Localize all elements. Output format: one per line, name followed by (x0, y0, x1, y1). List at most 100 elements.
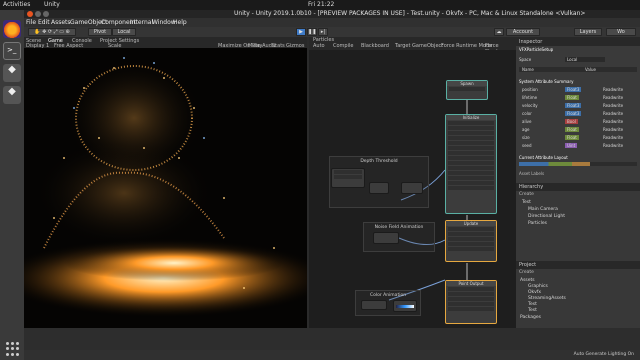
step-button[interactable]: ▸| (318, 28, 328, 36)
attribute-mode: Readwrite (603, 95, 624, 100)
main-toolbar: ✋ ✥ ⟳ ⤢ ▭ ⊕ Pivot Local ▶ ❚❚ ▸| ☁ Accoun… (24, 27, 640, 37)
node-title: Point Output (446, 281, 496, 286)
node-branch[interactable] (401, 182, 423, 194)
play-button[interactable]: ▶ (296, 28, 306, 36)
layers-dropdown[interactable]: Layers (574, 28, 602, 36)
attribute-mode: Readwrite (603, 87, 624, 92)
unity-hub-icon[interactable]: ◆ (3, 86, 21, 104)
tab-project[interactable]: Project (516, 261, 640, 269)
vfx-compile-button[interactable]: Compile (333, 43, 353, 49)
attribute-name: color (522, 111, 532, 116)
tab-inspector[interactable]: Inspector (516, 37, 640, 46)
node-compare[interactable] (369, 182, 389, 194)
collab-icon[interactable]: ☁ (494, 28, 504, 36)
group-title: Depth Threshold (360, 159, 398, 164)
folder-packages[interactable]: Packages (520, 315, 541, 320)
node-depth-sample[interactable] (331, 168, 365, 188)
attribute-row: lifetime Float Readwrite (519, 95, 637, 100)
menu-assets[interactable]: Assets (51, 19, 71, 26)
attribute-type: Float (565, 135, 579, 140)
desktop: Activities Unity Fri 21:22 >_ ◆ ◆ Unity … (0, 0, 640, 360)
folder-graphics[interactable]: Graphics (528, 284, 548, 289)
attribute-row: position Float3 Readwrite (519, 87, 637, 92)
vfx-target-gameobject[interactable]: Target GameObject (395, 43, 443, 49)
section-summary: System Attribute Summary (519, 79, 574, 84)
attribute-name: velocity (522, 103, 538, 108)
attribute-layout-bar (519, 162, 637, 166)
close-icon[interactable] (27, 11, 33, 17)
inspector-panel: Inspector VFXParticleSetup Space Local Na… (516, 37, 640, 183)
apps-grid-icon[interactable] (4, 342, 20, 356)
unity-icon[interactable]: ◆ (3, 64, 21, 82)
asset-name: VFXParticleSetup (519, 47, 554, 52)
node-time[interactable] (361, 300, 387, 310)
hierarchy-panel: Hierarchy Create Test Main Camera Direct… (516, 183, 640, 261)
attribute-row: seed Uint Readwrite (519, 143, 637, 148)
node-noise[interactable] (373, 232, 399, 244)
game-view[interactable] (24, 48, 307, 328)
menu-edit[interactable]: Edit (38, 19, 50, 26)
attribute-name: alive (522, 119, 532, 124)
attribute-type: Float3 (565, 111, 582, 116)
menu-internal[interactable]: Internal (130, 19, 153, 26)
folder-okvfx[interactable]: Okvfx (528, 290, 541, 295)
attribute-type: Float (565, 127, 579, 132)
attribute-name: position (522, 87, 538, 92)
node-point-output[interactable]: Point Output (445, 280, 497, 324)
status-bar: Auto Generate Lighting On (24, 350, 640, 360)
pause-button[interactable]: ❚❚ (307, 28, 317, 36)
attribute-type: Bool (565, 119, 578, 124)
firefox-icon[interactable] (3, 20, 21, 38)
local-toggle[interactable]: Local (112, 28, 136, 36)
section-layout: Current Attribute Layout (519, 155, 568, 160)
layout-dropdown[interactable]: Wo (606, 28, 636, 36)
group-title: Noise Field Animation (374, 225, 424, 230)
vfx-auto-toggle[interactable]: Auto (313, 43, 325, 49)
hierarchy-item-camera[interactable]: Main Camera (528, 207, 558, 212)
terminal-icon[interactable]: >_ (3, 42, 21, 60)
hierarchy-item-test[interactable]: Test (522, 200, 531, 205)
attribute-mode: Readwrite (603, 127, 624, 132)
particle-render (24, 57, 307, 318)
attribute-mode: Readwrite (603, 143, 624, 148)
minimize-icon[interactable] (35, 11, 41, 17)
attribute-mode: Readwrite (603, 119, 624, 124)
attribute-name: age (522, 127, 530, 132)
folder-test[interactable]: Test (528, 302, 537, 307)
tab-hierarchy[interactable]: Hierarchy (516, 183, 640, 191)
bottom-strip (24, 328, 640, 350)
folder-test-2[interactable]: Test (528, 308, 537, 313)
hierarchy-create[interactable]: Create (519, 192, 534, 197)
node-initialize[interactable]: Initialize (445, 114, 497, 214)
transform-tools[interactable]: ✋ ✥ ⟳ ⤢ ▭ ⊕ (28, 28, 76, 36)
activities-button[interactable]: Activities (3, 1, 30, 8)
node-spawn[interactable]: Spawn (446, 80, 488, 100)
folder-streamingassets[interactable]: StreamingAssets (528, 296, 566, 301)
hierarchy-item-light[interactable]: Directional Light (528, 214, 565, 219)
attribute-name: lifetime (522, 95, 538, 100)
attribute-type: Float3 (565, 87, 582, 92)
pivot-toggle[interactable]: Pivot (88, 28, 112, 36)
clock[interactable]: Fri 21:22 (308, 1, 334, 8)
attribute-mode: Readwrite (603, 103, 624, 108)
menu-help[interactable]: Help (173, 19, 187, 26)
vfx-blackboard-toggle[interactable]: Blackboard (361, 43, 389, 49)
launcher-dock: >_ ◆ ◆ (0, 10, 24, 360)
account-dropdown[interactable]: Account (506, 28, 540, 36)
name-col: Name (522, 67, 534, 72)
asset-labels[interactable]: Asset Labels (519, 171, 637, 176)
attribute-table-header: Name Value (519, 67, 637, 72)
app-menu[interactable]: Unity (44, 1, 60, 8)
maximize-icon[interactable] (43, 11, 49, 17)
menu-file[interactable]: File (26, 19, 36, 26)
vfx-graph-canvas[interactable]: Depth Threshold Noise Field Animation Co… (309, 50, 516, 328)
folder-assets[interactable]: Assets (520, 278, 535, 283)
node-gradient[interactable] (393, 300, 417, 312)
space-dropdown[interactable]: Local (565, 57, 605, 62)
status-text: Auto Generate Lighting On (573, 352, 634, 357)
project-create[interactable]: Create (519, 270, 534, 275)
window-title-bar: Unity - Unity 2019.1.0b10 - [PREVIEW PAC… (24, 10, 640, 18)
node-update[interactable]: Update (445, 220, 497, 262)
group-title: Color Animation (369, 293, 407, 298)
hierarchy-item-particles[interactable]: Particles (528, 221, 547, 226)
